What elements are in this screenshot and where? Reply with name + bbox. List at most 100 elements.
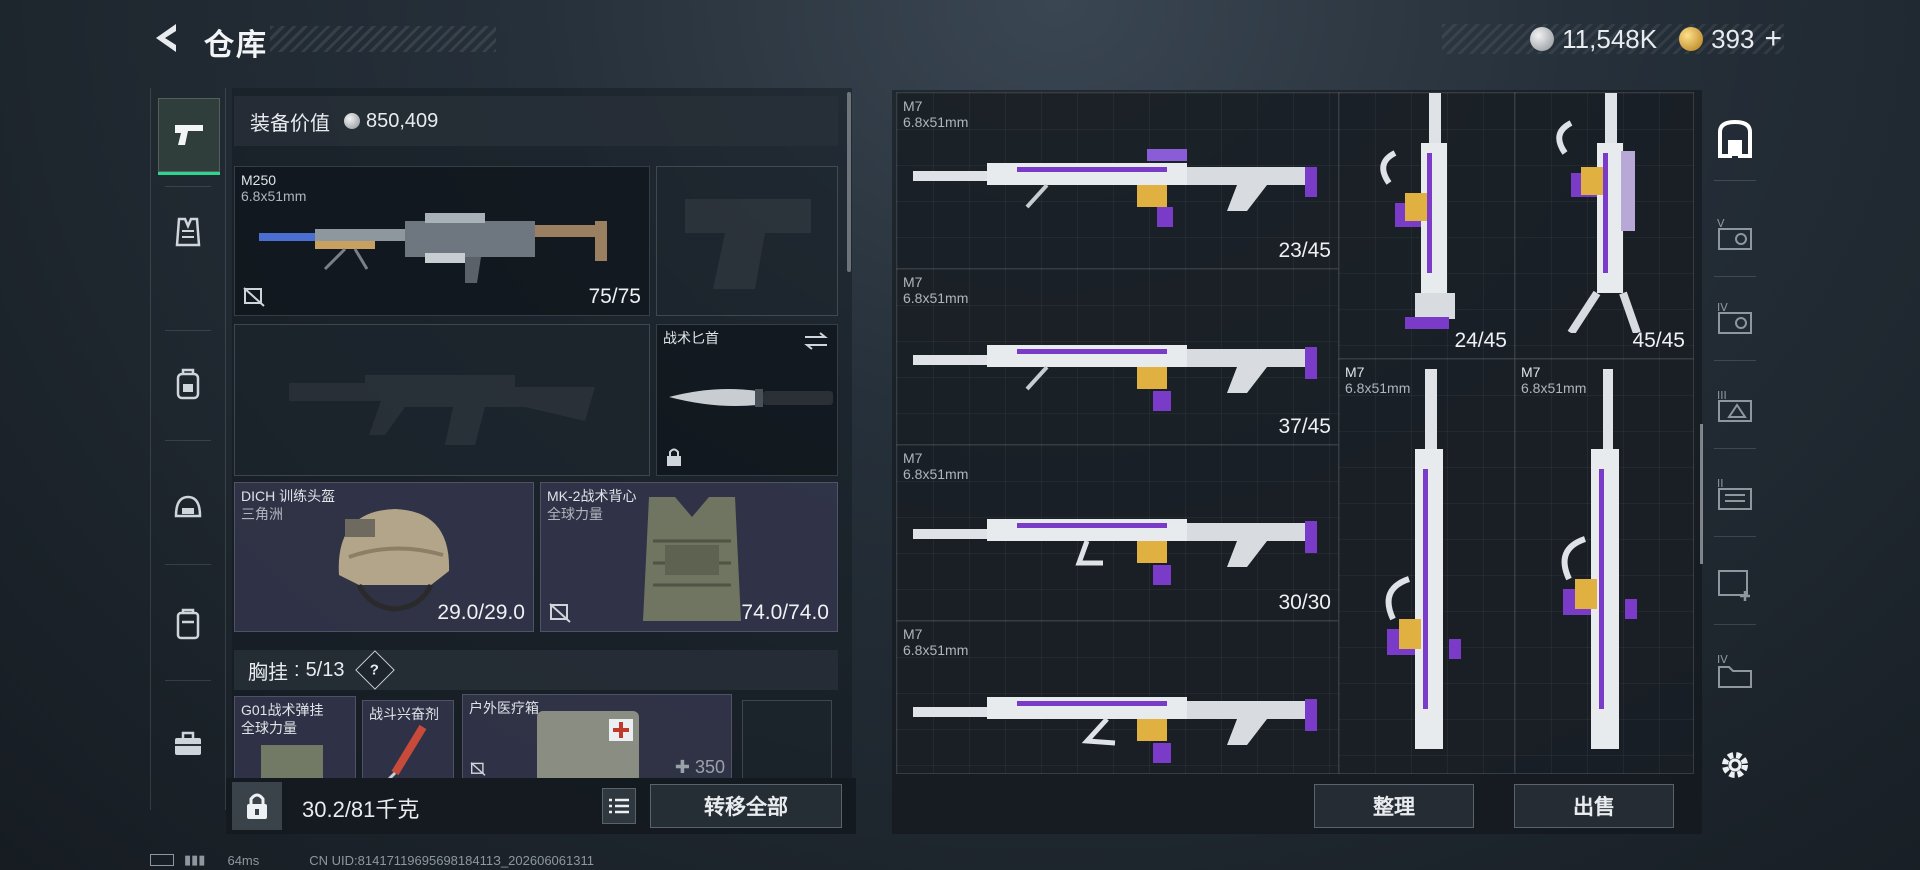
chest-item-name: 战斗兴奋剂 xyxy=(369,706,439,722)
m7-rifle-image xyxy=(913,519,1317,585)
silver-currency-amount: 11,548K xyxy=(1562,23,1658,54)
add-currency-button[interactable]: + xyxy=(1764,22,1782,56)
category-rail xyxy=(150,88,226,810)
backpack-icon xyxy=(176,368,200,400)
filter-add-container[interactable] xyxy=(1712,560,1758,606)
item-caliber: 6.8x51mm xyxy=(903,114,969,130)
helmet-icon xyxy=(174,495,202,518)
filter-tier-iv[interactable]: IV xyxy=(1712,296,1758,342)
filter-folder[interactable]: IV xyxy=(1712,648,1758,694)
chest-rig-header: 胸挂 : 5/13 ? xyxy=(234,650,838,690)
filter-tier-v[interactable]: V xyxy=(1712,212,1758,258)
user-uid: CN UID:8141711969569818411З_202606061311 xyxy=(309,852,594,868)
item-name: M7 xyxy=(903,450,923,466)
back-button[interactable] xyxy=(148,18,184,58)
chest-item-slot[interactable]: 户外医疗箱 ✚ 350 xyxy=(462,694,732,778)
no-insure-icon xyxy=(243,287,265,307)
rail-item-helmet[interactable] xyxy=(158,472,218,544)
item-name: M7 xyxy=(903,98,923,114)
item-ammo: 37/45 xyxy=(1278,415,1331,438)
sort-button[interactable]: 整理 xyxy=(1314,784,1474,828)
stash-item[interactable]: M7 6.8x51mm xyxy=(1514,358,1694,774)
item-ammo: 24/45 xyxy=(1454,329,1507,352)
stash-item[interactable]: M7 6.8x51mm 23/45 xyxy=(896,92,1340,270)
chest-rig-label: 胸挂 xyxy=(248,661,288,684)
knife-slot[interactable]: 战术匕首 xyxy=(656,324,838,476)
signal-icon: ▮▮▮ xyxy=(184,852,206,867)
filter-tier-ii[interactable]: II xyxy=(1712,472,1758,518)
back-arrow-icon xyxy=(156,24,176,52)
chest-item-slot-empty[interactable] xyxy=(742,700,832,778)
folder-container-icon: IV xyxy=(1717,653,1752,688)
pistol-slot[interactable] xyxy=(656,166,838,316)
chest-rig-separator: : xyxy=(294,658,300,681)
armor-faction: 全球力量 xyxy=(547,506,603,522)
armor-durability: 74.0/74.0 xyxy=(741,601,829,624)
helmet-slot[interactable]: DICH 训练头盔 三角洲 29.0/29.0 xyxy=(234,482,534,632)
list-view-button[interactable] xyxy=(602,788,636,824)
item-ammo: 45/45 xyxy=(1632,329,1685,352)
primary-weapon-slot[interactable]: M250 6.8x51mm 75/75 xyxy=(234,166,650,316)
item-name: M7 xyxy=(1345,364,1365,380)
pistol-icon xyxy=(175,125,203,145)
swap-icon[interactable] xyxy=(803,331,829,351)
chest-item-slot[interactable]: 战斗兴奋剂 xyxy=(362,700,454,778)
page-title: 仓库 xyxy=(204,29,268,62)
chest-item-faction: 全球力量 xyxy=(241,720,297,736)
filter-all[interactable] xyxy=(1712,116,1758,162)
helmet-name: DICH 训练头盔 xyxy=(241,488,336,504)
chest-item-slot[interactable]: G01战术弹挂 全球力量 xyxy=(234,696,356,778)
all-items-icon xyxy=(1718,119,1752,158)
rail-item-backpack[interactable] xyxy=(158,348,218,420)
m7-rifle-image xyxy=(913,697,1317,763)
item-name: M7 xyxy=(903,274,923,290)
knife-image xyxy=(669,389,833,407)
chest-item-name: 户外医疗箱 xyxy=(469,700,539,716)
machine-gun-image xyxy=(259,213,607,283)
stash-filter-rail: V IV III II IV xyxy=(1702,90,1768,780)
latency: 64ms xyxy=(227,852,260,868)
primary-weapon-name: M250 xyxy=(241,172,277,188)
help-button[interactable]: ? xyxy=(354,650,395,690)
stash-item[interactable]: 45/45 xyxy=(1514,92,1694,360)
tier-iv-container-icon: IV xyxy=(1717,301,1752,334)
chest-rig-capacity: 5/13 xyxy=(305,658,345,681)
armor-slot[interactable]: MK-2战术背心 全球力量 74.0/74.0 xyxy=(540,482,838,632)
helmet-durability: 29.0/29.0 xyxy=(437,601,525,624)
m7-rifle-image xyxy=(913,345,1317,411)
filter-tier-iii[interactable]: III xyxy=(1712,384,1758,430)
rifle-silhouette-icon xyxy=(289,375,595,445)
stash-item[interactable]: M7 6.8x51mm xyxy=(1338,358,1516,774)
tier-ii-container-icon: II xyxy=(1717,477,1752,510)
lock-button[interactable] xyxy=(232,782,282,830)
stash-item[interactable]: M7 6.8x51mm 30/30 xyxy=(896,444,1340,622)
helmet-faction: 三角洲 xyxy=(241,506,283,522)
rail-item-vest[interactable] xyxy=(158,196,218,268)
rail-item-toolbox[interactable] xyxy=(158,708,218,780)
tier-v-container-icon: V xyxy=(1717,217,1752,250)
no-insure-icon xyxy=(549,603,571,623)
pistol-silhouette-icon xyxy=(685,199,811,289)
stash-item[interactable]: M7 6.8x51mm 37/45 xyxy=(896,268,1340,446)
m7-rifle-vertical-image xyxy=(1556,93,1641,333)
medkit-image xyxy=(537,711,639,778)
gold-currency-amount: 393 xyxy=(1711,23,1755,54)
medkit-charge: ✚ 350 xyxy=(674,757,725,777)
transfer-all-button[interactable]: 转移全部 xyxy=(650,784,842,828)
rail-item-case[interactable] xyxy=(158,588,218,660)
loadout-scrollbar[interactable] xyxy=(847,92,851,272)
rail-item-weapons[interactable] xyxy=(158,98,220,175)
m7-rifle-vertical-image xyxy=(1385,369,1461,749)
secondary-weapon-slot[interactable] xyxy=(234,324,650,476)
stimulant-image xyxy=(387,724,427,778)
chest-item-name: G01战术弹挂 xyxy=(241,702,324,718)
currency-bar: 11,548K 393 + xyxy=(1442,22,1784,56)
toolbox-icon xyxy=(175,731,201,755)
stash-item[interactable]: M7 6.8x51mm xyxy=(896,620,1340,774)
svg-text:IV: IV xyxy=(1717,653,1728,666)
settings-button[interactable] xyxy=(1712,742,1758,788)
carry-weight: 30.2/81千克 xyxy=(302,797,420,822)
m7-rifle-vertical-image xyxy=(1380,93,1455,329)
sell-button[interactable]: 出售 xyxy=(1514,784,1674,828)
stash-item[interactable]: 24/45 xyxy=(1338,92,1516,360)
